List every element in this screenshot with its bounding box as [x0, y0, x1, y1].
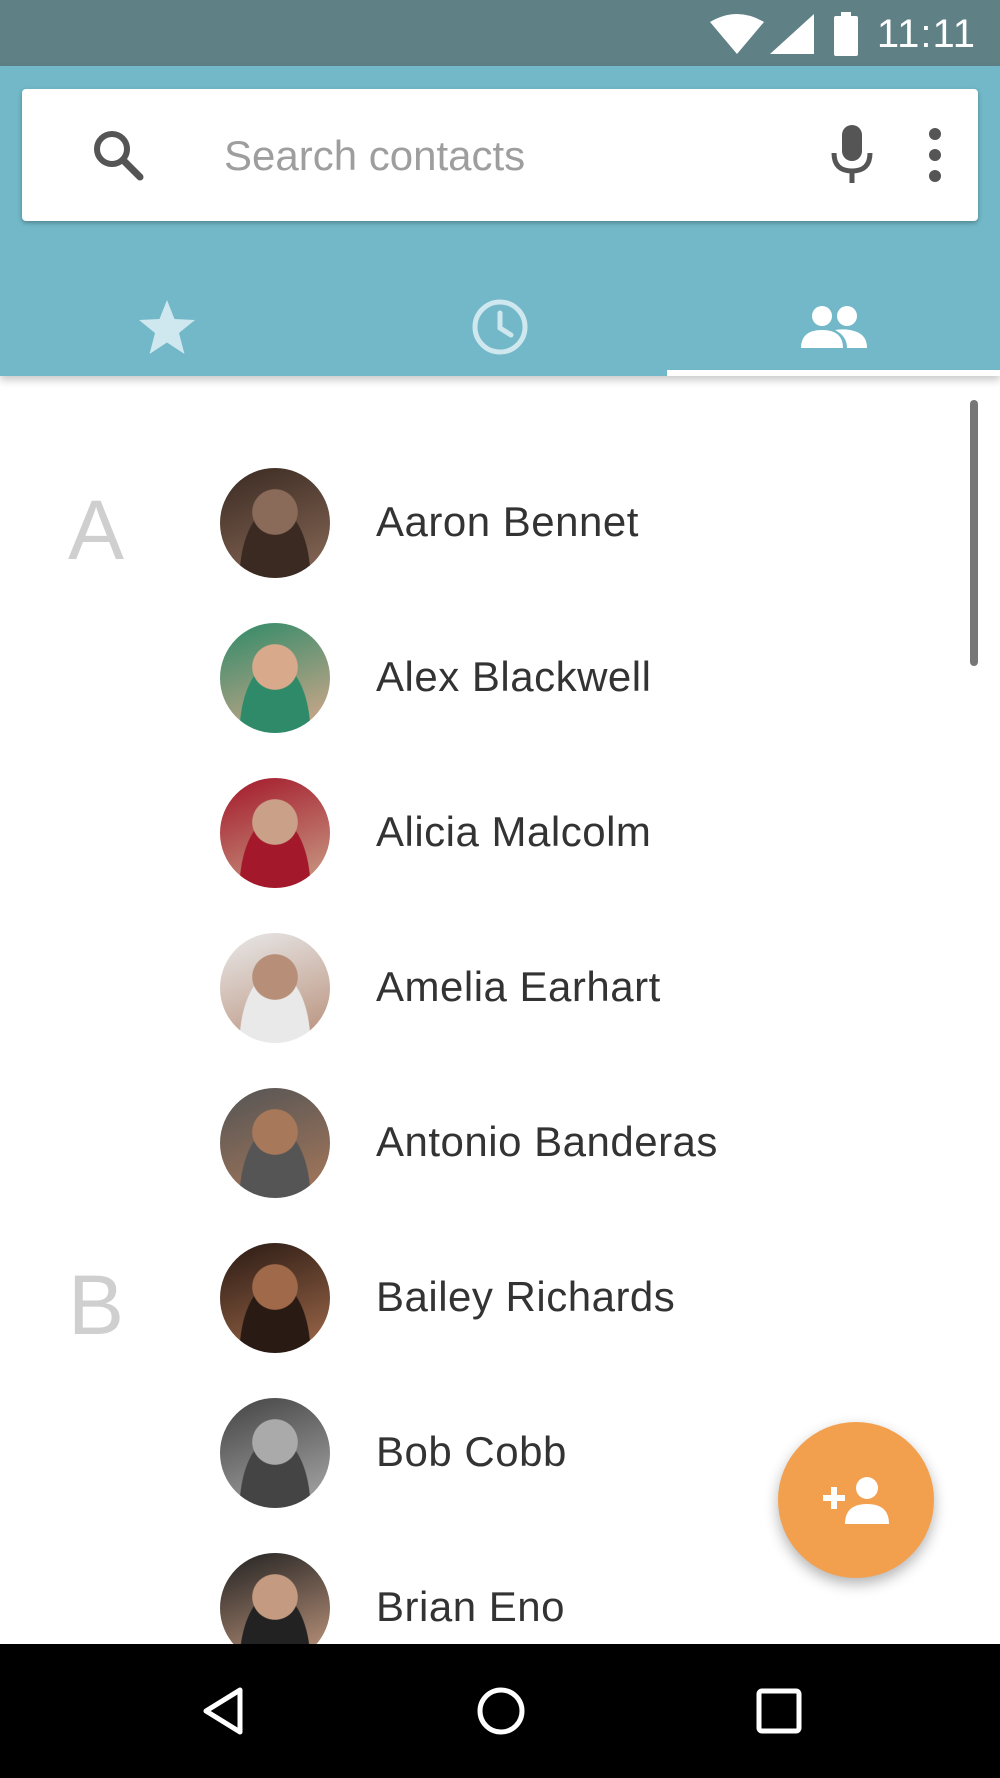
tab-indicator: [667, 370, 1000, 376]
microphone-icon[interactable]: [830, 125, 874, 185]
avatar: [220, 778, 330, 888]
more-options-icon[interactable]: [928, 127, 942, 183]
tab-contacts[interactable]: [667, 278, 1000, 376]
section-letter: B: [68, 1258, 125, 1352]
back-icon[interactable]: [200, 1686, 246, 1736]
list-item[interactable]: Antonio Banderas: [0, 1066, 1000, 1221]
section-letter: A: [68, 483, 125, 577]
add-contact-button[interactable]: [778, 1422, 934, 1578]
recents-icon[interactable]: [756, 1688, 802, 1734]
battery-icon: [834, 12, 858, 56]
cell-signal-icon: [770, 14, 814, 54]
avatar: [220, 1243, 330, 1353]
search-input[interactable]: [222, 117, 786, 195]
contact-name: Brian Eno: [376, 1583, 565, 1630]
search-icon[interactable]: [92, 129, 144, 181]
contact-name: Aaron Bennet: [376, 498, 639, 545]
contact-name: Bailey Richards: [376, 1273, 676, 1320]
avatar: [220, 1553, 330, 1644]
tab-recents[interactable]: [333, 278, 666, 376]
clock-icon: [472, 299, 527, 355]
avatar: [220, 468, 330, 578]
add-person-icon: [823, 1477, 889, 1524]
contact-name: Amelia Earhart: [376, 963, 661, 1010]
tab-favorites[interactable]: [0, 278, 333, 376]
people-icon: [800, 306, 867, 348]
clock-text: 11:11: [876, 12, 976, 56]
avatar: [220, 933, 330, 1043]
avatar: [220, 1398, 330, 1508]
contact-name: Alex Blackwell: [376, 653, 652, 700]
contact-name: Bob Cobb: [376, 1428, 567, 1475]
home-icon[interactable]: [476, 1686, 526, 1736]
search-bar[interactable]: [22, 89, 978, 221]
list-item[interactable]: A Aaron Bennet: [0, 446, 1000, 601]
wifi-icon: [710, 14, 764, 54]
avatar: [220, 623, 330, 733]
contact-name: Antonio Banderas: [376, 1118, 718, 1165]
list-item[interactable]: B Bailey Richards: [0, 1221, 1000, 1376]
list-item[interactable]: Alex Blackwell: [0, 601, 1000, 756]
app-bar: [0, 66, 1000, 376]
tab-bar: [0, 278, 1000, 376]
contact-name: Alicia Malcolm: [376, 808, 652, 855]
status-bar: 11:11: [0, 0, 1000, 66]
list-item[interactable]: Alicia Malcolm: [0, 756, 1000, 911]
star-icon: [138, 300, 195, 354]
avatar: [220, 1088, 330, 1198]
scrollbar[interactable]: [970, 400, 978, 666]
list-item[interactable]: Amelia Earhart: [0, 911, 1000, 1066]
navigation-bar: [0, 1644, 1000, 1778]
